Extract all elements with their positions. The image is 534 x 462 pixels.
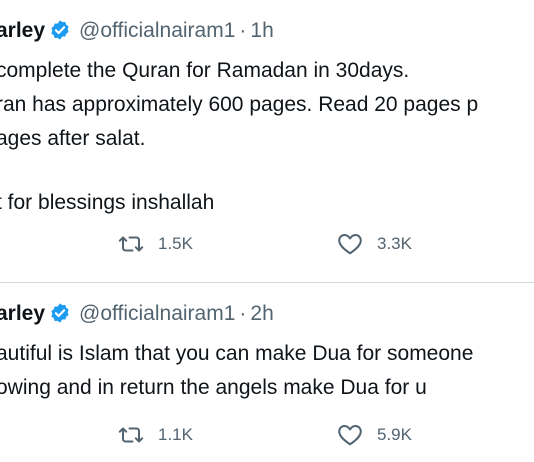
tweet-timestamp[interactable]: 2h — [250, 302, 273, 325]
tweet-text: autiful is Islam that you can make Dua f… — [0, 337, 473, 405]
retweet-count: 1.1K — [158, 425, 193, 444]
tweet-header: arley @officialnairam1 · 1h — [0, 16, 274, 46]
tweet-text-line: t for blessings inshallah — [0, 191, 215, 214]
author-handle[interactable]: @officialnairam1 — [79, 302, 235, 325]
tweet-text-line: complete the Quran for Ramadan in 30days… — [0, 59, 410, 82]
tweet-text-line: ran has approximately 600 pages. Read 20… — [0, 93, 479, 116]
author-handle[interactable]: @officialnairam1 — [79, 19, 235, 42]
tweet-text: complete the Quran for Ramadan in 30days… — [0, 54, 478, 220]
tweet-text-line: ages after salat. — [0, 127, 146, 150]
tweet-text-line — [0, 156, 478, 186]
heart-icon — [338, 425, 362, 446]
tweet-actions: 1.5K 3.3K — [0, 228, 534, 260]
retweet-count: 1.5K — [158, 234, 193, 253]
tweet-header: arley @officialnairam1 · 2h — [0, 299, 274, 329]
verified-badge-icon — [49, 19, 71, 41]
retweet-icon — [118, 427, 144, 443]
separator-dot: · — [239, 19, 247, 42]
tweet-timestamp[interactable]: 1h — [250, 19, 273, 42]
heart-icon — [338, 234, 362, 255]
like-count: 5.9K — [377, 425, 412, 444]
retweet-icon — [118, 236, 144, 252]
like-button[interactable]: 5.9K — [337, 419, 412, 451]
separator-dot: · — [239, 302, 247, 325]
tweet-1[interactable]: arley @officialnairam1 · 1h complete the Qu… — [0, 0, 534, 282]
tweet-2[interactable]: arley @officialnairam1 · 2h autiful is Isla… — [0, 283, 534, 462]
author-name[interactable]: arley — [0, 19, 45, 42]
retweet-button[interactable]: 1.1K — [118, 419, 193, 451]
retweet-button[interactable]: 1.5K — [118, 228, 193, 260]
like-count: 3.3K — [377, 234, 412, 253]
tweet-text-line: autiful is Islam that you can make Dua f… — [0, 342, 474, 365]
author-name[interactable]: arley — [0, 302, 45, 325]
tweet-text-line: owing and in return the angels make Dua … — [0, 376, 427, 399]
verified-badge-icon — [49, 302, 71, 324]
tweet-actions: 1.1K 5.9K — [0, 419, 534, 451]
like-button[interactable]: 3.3K — [337, 228, 412, 260]
